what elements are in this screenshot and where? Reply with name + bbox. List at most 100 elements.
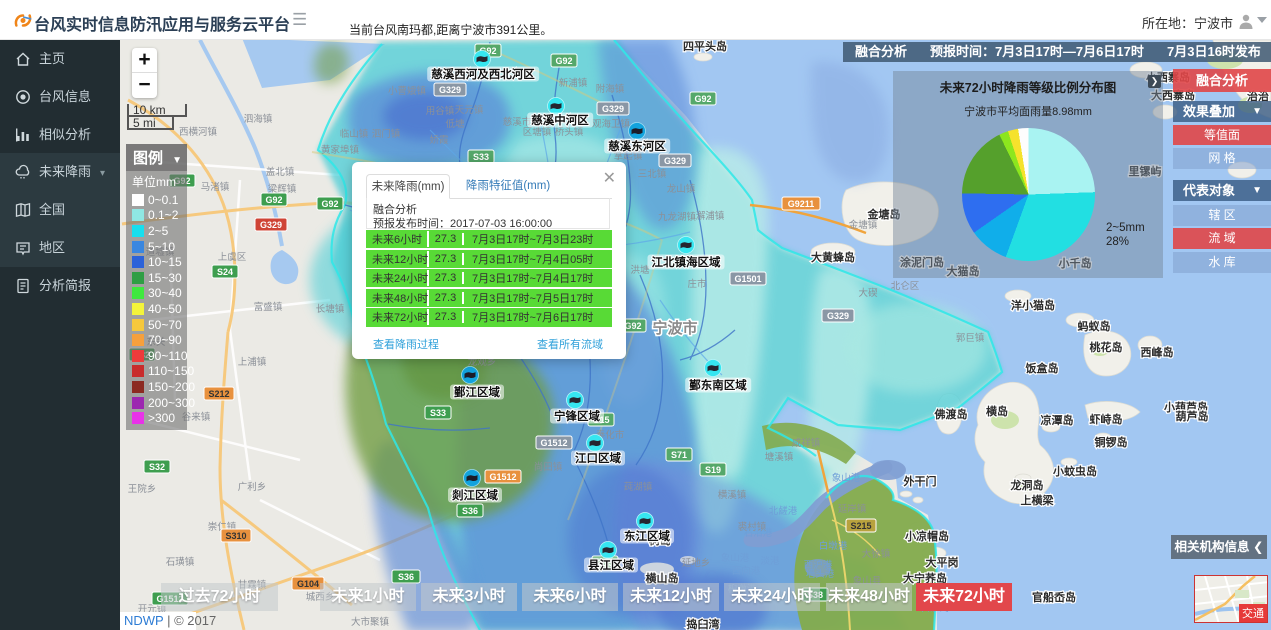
svg-text:龙山镇: 龙山镇 (667, 183, 696, 195)
svg-text:北鹾港: 北鹾港 (769, 505, 798, 517)
svg-text:G329: G329 (260, 220, 282, 230)
svg-text:九龙湖镇: 九龙湖镇 (658, 211, 697, 223)
svg-text:北仑区: 北仑区 (891, 280, 920, 292)
svg-text:象山港: 象山港 (832, 472, 861, 484)
svg-text:白墩港: 白墩港 (819, 540, 848, 552)
svg-text:咸祥镇: 咸祥镇 (792, 437, 821, 449)
svg-text:G329: G329 (602, 104, 624, 114)
svg-text:大徐镇: 大徐镇 (862, 548, 891, 560)
svg-text:S33: S33 (430, 408, 446, 418)
svg-text:盖北镇: 盖北镇 (266, 166, 295, 178)
svg-text:鄞东南区域: 鄞东南区域 (689, 378, 747, 392)
svg-text:外干门: 外干门 (903, 474, 937, 488)
svg-text:用谷镇: 用谷镇 (426, 105, 455, 117)
svg-text:剡江区域: 剡江区域 (451, 488, 498, 502)
svg-text:临山镇: 临山镇 (340, 128, 369, 140)
svg-text:象山港: 象山港 (721, 552, 750, 564)
svg-text:小凉帽岛: 小凉帽岛 (904, 529, 949, 543)
svg-text:虾峙岛: 虾峙岛 (1090, 412, 1123, 426)
svg-text:S33: S33 (473, 152, 489, 162)
svg-text:塘溪镇: 塘溪镇 (765, 451, 794, 463)
svg-text:G92: G92 (555, 56, 572, 66)
svg-text:G329: G329 (664, 156, 686, 166)
svg-text:大黄蜂岛: 大黄蜂岛 (811, 250, 855, 264)
svg-text:饭盒岛: 饭盒岛 (1025, 361, 1059, 375)
svg-text:石沿港: 石沿港 (744, 527, 773, 539)
svg-text:S32: S32 (149, 462, 165, 472)
svg-text:G92: G92 (321, 199, 338, 209)
svg-text:西峰岛: 西峰岛 (1141, 345, 1174, 359)
svg-text:S215: S215 (850, 521, 871, 531)
svg-text:小蚊虫岛: 小蚊虫岛 (1052, 464, 1097, 478)
svg-text:天元镇: 天元镇 (455, 104, 484, 116)
svg-text:江北镇海区域: 江北镇海区域 (652, 255, 721, 269)
svg-text:宁波市: 宁波市 (652, 319, 697, 337)
svg-text:蚂蚁岛: 蚂蚁岛 (1078, 319, 1111, 333)
svg-text:G1512: G1512 (540, 438, 567, 448)
svg-text:西向港: 西向港 (732, 565, 761, 577)
svg-text:新浦镇: 新浦镇 (559, 77, 588, 89)
svg-text:西沪港: 西沪港 (804, 559, 833, 571)
svg-text:葫芦岛: 葫芦岛 (1176, 409, 1209, 423)
svg-text:横溪镇: 横溪镇 (718, 489, 747, 501)
svg-text:尚田镇: 尚田镇 (534, 461, 563, 473)
svg-text:东江区域: 东江区域 (624, 529, 670, 543)
svg-text:S36: S36 (398, 572, 414, 582)
svg-text:洪塘: 洪塘 (630, 264, 650, 276)
svg-text:低塘: 低塘 (445, 118, 465, 130)
svg-text:佛渡岛: 佛渡岛 (934, 407, 968, 421)
svg-text:上虞区: 上虞区 (218, 251, 247, 263)
svg-text:慈溪西河及西北河区: 慈溪西河及西北河区 (431, 67, 535, 81)
svg-text:G92: G92 (694, 94, 711, 104)
svg-text:S310: S310 (225, 531, 246, 541)
svg-text:江口区域: 江口区域 (575, 451, 621, 465)
svg-text:小曹娥镇: 小曹娥镇 (388, 85, 427, 97)
svg-text:G92: G92 (265, 195, 282, 205)
svg-text:S36: S36 (462, 506, 478, 516)
svg-text:三北镇: 三北镇 (638, 168, 667, 180)
svg-text:马渚镇: 马渚镇 (201, 181, 230, 193)
svg-text:延岸镇: 延岸镇 (838, 503, 867, 515)
svg-text:石璜镇: 石璜镇 (166, 556, 195, 568)
svg-text:长塘镇: 长塘镇 (316, 303, 345, 315)
svg-text:庄市: 庄市 (687, 278, 707, 290)
svg-text:G329: G329 (827, 311, 849, 321)
svg-text:黄家埠镇: 黄家埠镇 (321, 144, 360, 156)
svg-text:大碶: 大碶 (858, 287, 878, 299)
svg-text:S24: S24 (217, 267, 233, 277)
svg-text:观海卫镇: 观海卫镇 (592, 118, 631, 130)
svg-text:王院乡: 王院乡 (128, 483, 157, 495)
svg-text:泗门镇: 泗门镇 (372, 128, 401, 140)
svg-text:区塘镇: 区塘镇 (523, 126, 552, 138)
svg-text:澥浦镇: 澥浦镇 (696, 210, 725, 222)
svg-text:洋小猫岛: 洋小猫岛 (1011, 298, 1055, 312)
svg-text:延地乡: 延地乡 (682, 557, 711, 569)
svg-text:鄞江区域: 鄞江区域 (454, 385, 500, 399)
svg-text:上浦镇: 上浦镇 (238, 356, 267, 368)
svg-text:莼湖镇: 莼湖镇 (624, 481, 653, 493)
svg-text:G9211: G9211 (788, 199, 815, 209)
svg-text:慈溪中河区: 慈溪中河区 (531, 113, 589, 127)
svg-text:G92: G92 (624, 321, 641, 331)
svg-text:S19: S19 (705, 465, 721, 475)
svg-text:娇霞: 娇霞 (429, 135, 449, 146)
svg-text:G1512: G1512 (489, 472, 516, 482)
svg-text:铜锣岛: 铜锣岛 (1094, 435, 1128, 449)
svg-text:凉潭岛: 凉潭岛 (1041, 413, 1074, 427)
svg-text:宁锋区域: 宁锋区域 (554, 409, 600, 423)
svg-text:淡港: 淡港 (760, 555, 780, 567)
svg-text:大市聚镇: 大市聚镇 (351, 616, 390, 628)
svg-text:慈溪东河区: 慈溪东河区 (608, 139, 666, 153)
svg-text:龙洞岛: 龙洞岛 (1010, 478, 1044, 492)
svg-text:大平岗: 大平岗 (926, 555, 959, 569)
svg-text:S71: S71 (671, 450, 687, 460)
svg-text:S212: S212 (208, 389, 229, 399)
svg-text:县江区域: 县江区域 (588, 558, 634, 572)
svg-text:富盛镇: 富盛镇 (254, 301, 283, 313)
svg-text:桥头镇: 桥头镇 (555, 126, 584, 138)
svg-text:桃花岛: 桃花岛 (1090, 340, 1123, 354)
svg-text:官船岙岛: 官船岙岛 (1032, 590, 1076, 604)
svg-text:郭巨镇: 郭巨镇 (956, 332, 985, 344)
svg-text:泗海镇: 泗海镇 (244, 113, 273, 125)
svg-text:横岛: 横岛 (986, 404, 1008, 418)
